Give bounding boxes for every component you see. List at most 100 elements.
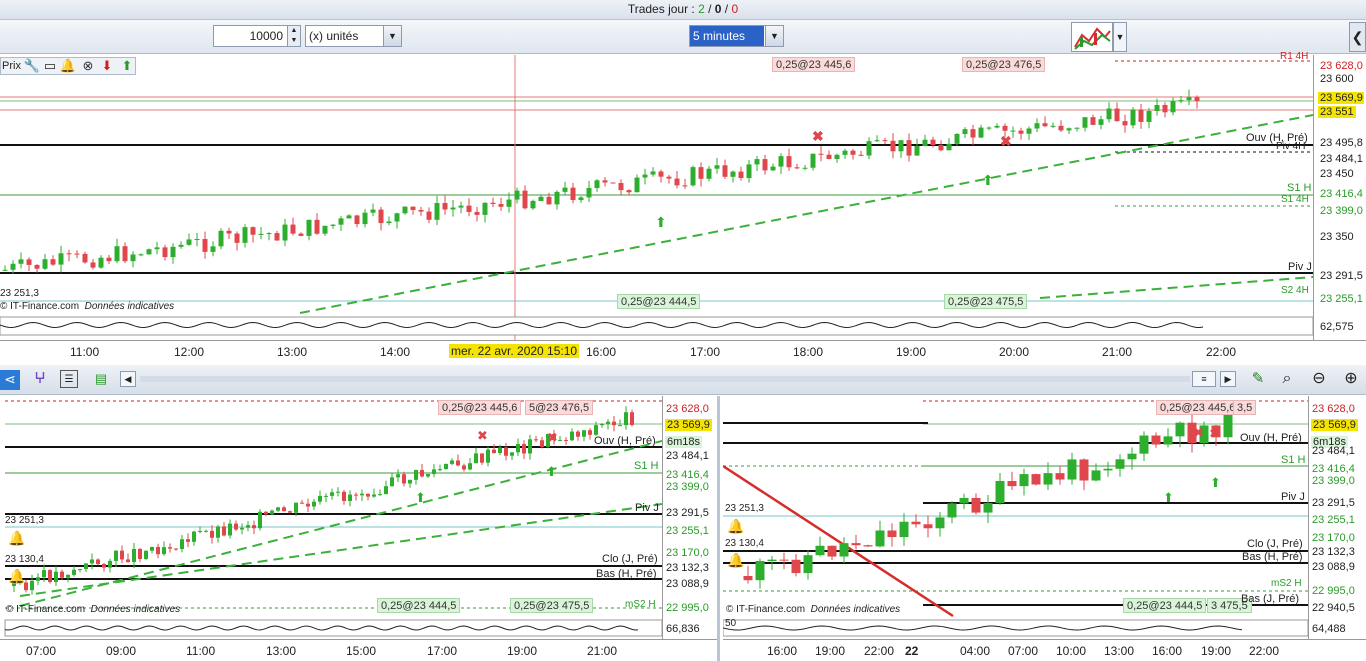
candle-body bbox=[108, 560, 112, 568]
sell-order-tag[interactable]: 5@23 476,5 bbox=[525, 400, 594, 415]
price-axis[interactable]: 23 628,0 23 600 23 569,9 23 551 23 495,8… bbox=[1313, 55, 1366, 340]
bell-icon[interactable]: 🔔 bbox=[59, 57, 77, 75]
sell-order-tag[interactable]: 0,25@23 445,6 bbox=[772, 57, 856, 72]
candle-body bbox=[378, 209, 384, 224]
chart-type-button[interactable] bbox=[1071, 22, 1113, 52]
window-icon[interactable]: ▭ bbox=[41, 57, 59, 75]
buy-marker: ⬆ bbox=[1210, 475, 1221, 490]
sell-order-tag[interactable]: 0,25@23 445,6 bbox=[1156, 400, 1240, 415]
share-icon[interactable]: ⋖ bbox=[0, 370, 20, 390]
source-label: IT-Finance.com bbox=[736, 604, 806, 615]
candle-body bbox=[1034, 123, 1040, 129]
sell-order-tag[interactable]: 0,25@23 445,6 bbox=[438, 400, 522, 415]
candle-body bbox=[210, 246, 216, 252]
candle-body bbox=[954, 134, 960, 144]
arrow-down-icon[interactable]: ⬇ bbox=[98, 57, 116, 75]
candle-body bbox=[390, 477, 394, 487]
candle-body bbox=[1067, 459, 1077, 480]
price-axis[interactable]: 23 628,0 23 569,9 6m18s 23 484,1 23 416,… bbox=[662, 396, 717, 639]
scroll-thumb[interactable]: ≡ bbox=[1192, 371, 1216, 387]
scroll-right-icon[interactable]: ▶ bbox=[1220, 371, 1236, 387]
bell-icon[interactable]: 🔔 bbox=[727, 552, 744, 569]
buy-order-tag[interactable]: 0,25@23 444,5 bbox=[617, 294, 701, 309]
candle-body bbox=[300, 502, 304, 504]
wrench-icon[interactable]: 🔧 bbox=[23, 57, 41, 75]
bell-icon[interactable]: 🔔 bbox=[727, 518, 744, 535]
candle-body bbox=[34, 264, 40, 269]
oscillator-pane bbox=[0, 316, 1313, 336]
low-label: 23 251,3 bbox=[0, 288, 39, 299]
level-label: S1 4H bbox=[1281, 194, 1309, 205]
layers-icon[interactable]: ▤ bbox=[92, 370, 110, 388]
low-label: 23 130,4 bbox=[5, 554, 44, 565]
timeframe-select[interactable]: 5 minutes ▼ bbox=[689, 25, 784, 47]
indicator-icon[interactable]: ⵖ bbox=[30, 370, 50, 388]
chevron-down-icon[interactable]: ▼ bbox=[765, 26, 783, 46]
price-axis-label: 23 569,9 bbox=[1318, 92, 1364, 104]
candle-body bbox=[534, 439, 538, 441]
candle-body bbox=[146, 249, 152, 255]
buy-order-tag[interactable]: 0,25@23 475,5 bbox=[944, 294, 1028, 309]
candle-body bbox=[98, 257, 104, 268]
buy-order-tag[interactable]: 0,25@23 444,5 bbox=[1123, 598, 1207, 613]
sell-order-tag[interactable]: 0,25@23 476,5 bbox=[962, 57, 1046, 72]
candle-body bbox=[516, 444, 520, 453]
oscillator-value: 66,836 bbox=[666, 623, 700, 635]
scroll-left-icon[interactable]: ◀ bbox=[120, 371, 136, 387]
crosshair-pen-icon[interactable]: ✎ bbox=[1248, 370, 1268, 388]
candle-body bbox=[290, 224, 296, 234]
scrollbar-track[interactable] bbox=[140, 376, 1190, 382]
bell-icon[interactable]: 🔔 bbox=[8, 568, 25, 585]
time-axis[interactable]: 07:00 09:00 11:00 13:00 15:00 17:00 19:0… bbox=[0, 639, 717, 661]
candle-body bbox=[755, 561, 765, 581]
arrow-up-icon[interactable]: ⬆ bbox=[118, 57, 136, 75]
candle-body bbox=[150, 546, 154, 551]
chevron-down-icon[interactable]: ▼ bbox=[1113, 22, 1127, 52]
bell-icon[interactable]: 🔔 bbox=[8, 530, 25, 547]
zoom-in-icon[interactable]: ⊕ bbox=[1340, 370, 1362, 388]
unit-select[interactable]: (x) unités ▼ bbox=[305, 25, 402, 47]
current-price-label: 23 569,9 bbox=[665, 419, 712, 431]
candle-body bbox=[522, 190, 528, 209]
buy-order-tag[interactable]: 0,25@23 444,5 bbox=[377, 598, 461, 613]
candle-body bbox=[930, 139, 936, 146]
candle-body bbox=[802, 167, 808, 169]
chevron-left-icon[interactable]: ❮ bbox=[1349, 22, 1366, 52]
time-axis[interactable]: 16:00 19:00 22:00 22 04:00 07:00 10:00 1… bbox=[723, 639, 1366, 661]
candle-body bbox=[1018, 130, 1024, 134]
candle-body bbox=[506, 199, 512, 207]
candle-body bbox=[538, 196, 544, 201]
zoom-out-icon[interactable]: ⊖ bbox=[1308, 370, 1330, 388]
candle-body bbox=[935, 517, 945, 529]
price-axis-label: 23 495,8 bbox=[1320, 137, 1363, 149]
candle-body bbox=[50, 259, 56, 265]
candle-body bbox=[294, 502, 298, 513]
candle-body bbox=[462, 465, 466, 470]
candle-body bbox=[971, 497, 981, 513]
zoom-fit-icon[interactable]: ⌕ bbox=[1276, 370, 1298, 388]
right-chart-panel: ✖ ✖ ⬆ ⬆ 0,25@23 445,6 3,5 0,25@23 444,5 3 4… bbox=[723, 396, 1366, 661]
sell-marker: ✖ bbox=[1000, 133, 1012, 149]
price-axis-label: 23 170,0 bbox=[1312, 532, 1355, 544]
list-icon[interactable]: ☰ bbox=[60, 370, 78, 388]
close-icon[interactable]: ⊗ bbox=[79, 57, 97, 75]
candle-body bbox=[906, 140, 912, 156]
candle-body bbox=[162, 547, 166, 555]
candle-body bbox=[60, 571, 64, 578]
time-axis[interactable]: 11:00 12:00 13:00 14:00 16:00 17:00 18:0… bbox=[0, 340, 1366, 364]
buy-order-tag[interactable]: 0,25@23 475,5 bbox=[510, 598, 594, 613]
chevron-down-icon[interactable]: ▼ bbox=[383, 26, 401, 46]
quantity-input[interactable]: 10000 ▲ ▼ bbox=[213, 25, 301, 47]
sell-order-tag[interactable]: 3,5 bbox=[1233, 400, 1257, 415]
candle-body bbox=[743, 576, 753, 581]
price-axis-label: 23 291,5 bbox=[1320, 270, 1363, 282]
quantity-stepper[interactable]: ▲ ▼ bbox=[287, 26, 300, 46]
candle-body bbox=[342, 491, 346, 501]
candle-body bbox=[922, 139, 928, 147]
candle-body bbox=[114, 550, 118, 561]
candle-body bbox=[174, 548, 178, 550]
time-label: 20:00 bbox=[999, 345, 1030, 359]
price-axis-label: 23 399,0 bbox=[666, 481, 709, 493]
price-axis[interactable]: 23 628,0 23 569,9 6m18s 23 484,1 23 416,… bbox=[1308, 396, 1366, 639]
candle-body bbox=[348, 494, 352, 501]
